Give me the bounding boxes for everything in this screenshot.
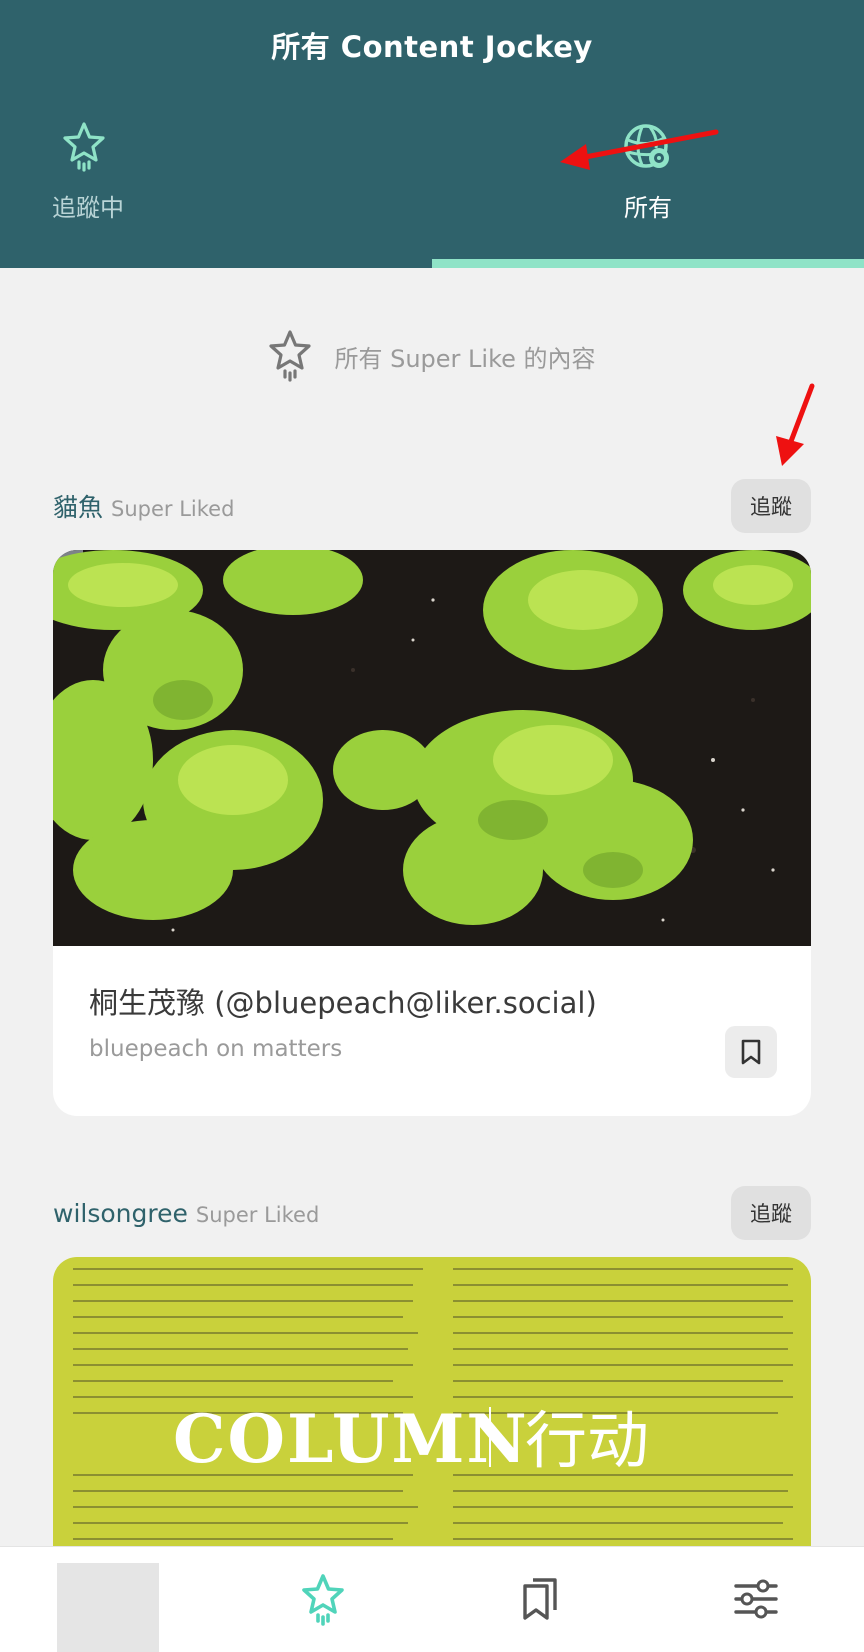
card-title: 桐生茂豫 (@bluepeach@liker.social) xyxy=(89,986,597,1020)
follow-button[interactable]: 追蹤 xyxy=(731,479,811,533)
tab-following-label: 追蹤中 xyxy=(52,194,124,222)
active-tab-indicator xyxy=(432,259,864,268)
document-photo: COLUMN 行动 xyxy=(53,1257,811,1546)
page-title: 所有 Content Jockey xyxy=(271,30,593,64)
settings-sliders-icon xyxy=(734,1579,778,1619)
card-subtitle: bluepeach on matters xyxy=(89,1036,343,1062)
super-liked-label: Super Liked xyxy=(195,1202,320,1227)
column-overlay-text-cn: 行动 xyxy=(525,1404,649,1477)
bookmarks-icon xyxy=(523,1578,557,1620)
star-icon xyxy=(302,1574,344,1626)
nav-bookmarks[interactable] xyxy=(510,1569,570,1629)
card-body: 桐生茂豫 (@bluepeach@liker.social) bluepeach… xyxy=(53,946,811,1116)
content-card[interactable]: COLUMN 行动 xyxy=(53,1257,811,1546)
star-icon xyxy=(63,122,105,172)
column-overlay-text: COLUMN xyxy=(173,1400,529,1478)
super-liked-label: Super Liked xyxy=(111,497,235,521)
tab-following[interactable]: 追蹤中 xyxy=(0,118,432,268)
bottom-navigation xyxy=(0,1546,864,1652)
banner-text: 所有 Super Like 的內容 xyxy=(334,344,596,373)
user-name[interactable]: 貓魚 xyxy=(53,488,103,524)
annotation-arrow-icon xyxy=(776,383,815,466)
lettuce-photo xyxy=(53,550,811,946)
bookmark-button[interactable] xyxy=(725,1026,777,1078)
feed-item-header: wilsongree Super Liked 追蹤 xyxy=(53,1186,811,1240)
tab-all-label: 所有 xyxy=(624,194,672,222)
follow-button[interactable]: 追蹤 xyxy=(731,1186,811,1240)
super-like-banner: 所有 Super Like 的內容 xyxy=(0,328,864,384)
nav-super-like[interactable] xyxy=(293,1569,353,1629)
user-name[interactable]: wilsongree xyxy=(53,1199,188,1228)
bookmark-icon xyxy=(741,1039,761,1065)
nav-settings[interactable] xyxy=(726,1569,786,1629)
app-header: 所有 Content Jockey 追蹤中 所有 xyxy=(0,0,864,268)
star-icon xyxy=(269,330,312,382)
feed-item-header: 貓魚 Super Liked 追蹤 xyxy=(53,479,811,533)
tab-all[interactable]: 所有 xyxy=(432,118,864,268)
avatar[interactable] xyxy=(57,1563,159,1652)
globe-icon xyxy=(624,124,669,168)
content-card[interactable]: 桐生茂豫 (@bluepeach@liker.social) bluepeach… xyxy=(53,550,811,1116)
